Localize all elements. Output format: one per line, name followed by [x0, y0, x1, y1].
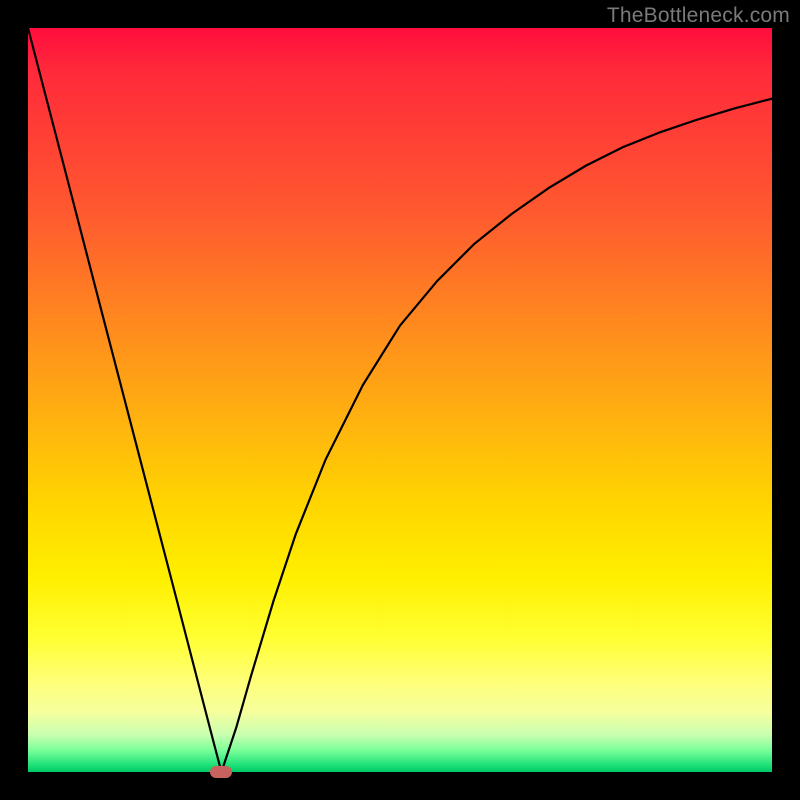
chart-frame: TheBottleneck.com — [0, 0, 800, 800]
watermark-text: TheBottleneck.com — [607, 4, 790, 28]
plot-area — [28, 28, 772, 772]
minimum-marker — [210, 766, 232, 778]
curve-left-branch — [28, 28, 221, 772]
curve-right-branch — [221, 99, 772, 772]
bottleneck-curve — [28, 28, 772, 772]
